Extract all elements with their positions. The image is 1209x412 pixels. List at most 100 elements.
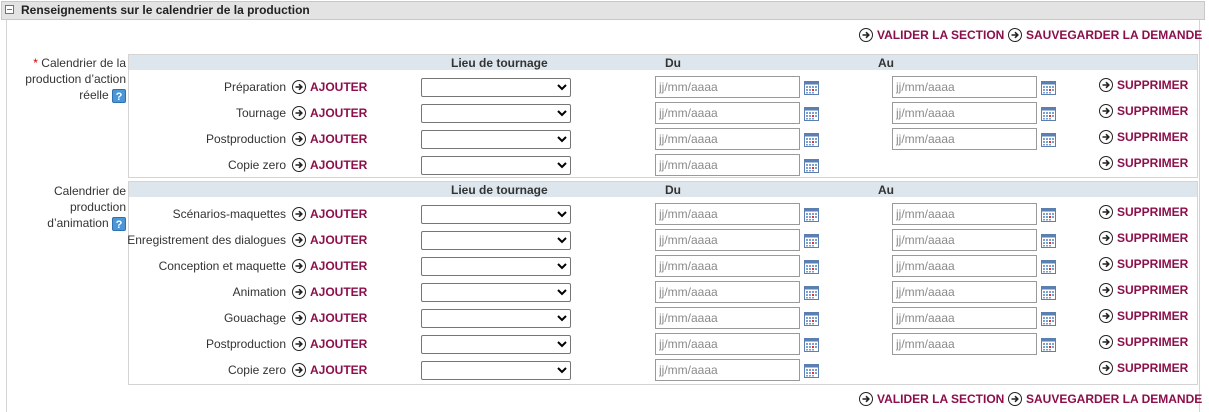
start-date-input[interactable] xyxy=(655,128,800,150)
arrow-right-circle-icon xyxy=(292,132,306,146)
help-icon[interactable]: ? xyxy=(112,216,126,231)
start-date-input[interactable] xyxy=(655,102,800,124)
delete-button[interactable]: SUPPRIMER xyxy=(1099,156,1188,170)
arrow-right-circle-icon xyxy=(1099,257,1113,271)
arrow-right-circle-icon xyxy=(292,337,306,351)
start-date-input[interactable] xyxy=(655,333,800,355)
location-select[interactable] xyxy=(421,156,571,175)
add-label: AJOUTER xyxy=(310,80,368,94)
add-label: AJOUTER xyxy=(310,106,368,120)
start-date-input[interactable] xyxy=(655,76,800,98)
location-select[interactable] xyxy=(421,283,571,302)
arrow-right-circle-icon xyxy=(292,207,306,221)
add-label: AJOUTER xyxy=(310,363,368,377)
location-select[interactable] xyxy=(421,130,571,149)
location-select[interactable] xyxy=(421,257,571,276)
calendar-icon[interactable] xyxy=(804,208,819,222)
location-select[interactable] xyxy=(421,361,571,380)
validate-section-label: VALIDER LA SECTION xyxy=(877,28,1005,42)
end-date-input[interactable] xyxy=(892,76,1037,98)
start-date-input[interactable] xyxy=(655,154,800,176)
arrow-right-circle-icon xyxy=(292,80,306,94)
add-button[interactable]: AJOUTER xyxy=(292,337,367,351)
add-button[interactable]: AJOUTER xyxy=(292,132,367,146)
location-select[interactable] xyxy=(421,78,571,97)
calendar-icon[interactable] xyxy=(804,133,819,147)
delete-label: SUPPRIMER xyxy=(1117,335,1189,349)
delete-button[interactable]: SUPPRIMER xyxy=(1099,104,1188,118)
delete-button[interactable]: SUPPRIMER xyxy=(1099,257,1188,271)
add-button[interactable]: AJOUTER xyxy=(292,207,367,221)
save-request-button[interactable]: SAUVEGARDER LA DEMANDE xyxy=(1008,392,1202,406)
end-date-input[interactable] xyxy=(892,255,1037,277)
delete-button[interactable]: SUPPRIMER xyxy=(1099,309,1188,323)
end-date-input[interactable] xyxy=(892,281,1037,303)
calendar-icon[interactable] xyxy=(804,234,819,248)
row-label: Scénarios-maquettes xyxy=(172,207,286,221)
location-select[interactable] xyxy=(421,104,571,123)
calendar-icon[interactable] xyxy=(1041,208,1056,222)
calendar-icon[interactable] xyxy=(1041,133,1056,147)
calendar-icon[interactable] xyxy=(1041,260,1056,274)
add-button[interactable]: AJOUTER xyxy=(292,80,367,94)
delete-button[interactable]: SUPPRIMER xyxy=(1099,205,1188,219)
calendar-icon[interactable] xyxy=(804,159,819,173)
calendar-icon[interactable] xyxy=(804,81,819,95)
calendar-icon[interactable] xyxy=(1041,81,1056,95)
calendar-icon[interactable] xyxy=(1041,107,1056,121)
calendar-icon[interactable] xyxy=(804,107,819,121)
location-select[interactable] xyxy=(421,231,571,250)
delete-button[interactable]: SUPPRIMER xyxy=(1099,78,1188,92)
start-date-input[interactable] xyxy=(655,255,800,277)
delete-button[interactable]: SUPPRIMER xyxy=(1099,130,1188,144)
add-button[interactable]: AJOUTER xyxy=(292,259,367,273)
delete-button[interactable]: SUPPRIMER xyxy=(1099,283,1188,297)
collapse-toggle-icon[interactable] xyxy=(5,5,14,14)
calendar-icon[interactable] xyxy=(1041,286,1056,300)
add-button[interactable]: AJOUTER xyxy=(292,233,367,247)
start-date-input[interactable] xyxy=(655,203,800,225)
calendar-icon[interactable] xyxy=(804,338,819,352)
calendar-icon[interactable] xyxy=(804,312,819,326)
help-icon[interactable]: ? xyxy=(112,88,126,103)
row-label: Enregistrement des dialogues xyxy=(127,233,286,247)
row-label: Copie zero xyxy=(227,158,286,172)
start-date-input[interactable] xyxy=(655,359,800,381)
location-select[interactable] xyxy=(421,335,571,354)
calendar-icon[interactable] xyxy=(1041,338,1056,352)
end-date-input[interactable] xyxy=(892,229,1037,251)
start-date-input[interactable] xyxy=(655,229,800,251)
calendar-icon[interactable] xyxy=(804,364,819,378)
calendar-icon[interactable] xyxy=(804,286,819,300)
add-button[interactable]: AJOUTER xyxy=(292,311,367,325)
calendar-icon[interactable] xyxy=(1041,234,1056,248)
add-button[interactable]: AJOUTER xyxy=(292,285,367,299)
delete-button[interactable]: SUPPRIMER xyxy=(1099,231,1188,245)
location-select[interactable] xyxy=(421,205,571,224)
validate-section-button[interactable]: VALIDER LA SECTION xyxy=(859,392,1004,406)
add-label: AJOUTER xyxy=(310,158,368,172)
add-label: AJOUTER xyxy=(310,337,368,351)
validate-section-label: VALIDER LA SECTION xyxy=(877,392,1005,406)
calendar-icon[interactable] xyxy=(804,260,819,274)
start-date-input[interactable] xyxy=(655,307,800,329)
save-request-button[interactable]: SAUVEGARDER LA DEMANDE xyxy=(1008,28,1202,42)
location-select[interactable] xyxy=(421,309,571,328)
delete-label: SUPPRIMER xyxy=(1117,156,1189,170)
add-label: AJOUTER xyxy=(310,259,368,273)
start-date-input[interactable] xyxy=(655,281,800,303)
add-button[interactable]: AJOUTER xyxy=(292,158,367,172)
row-label: Gouachage xyxy=(223,311,286,325)
end-date-input[interactable] xyxy=(892,128,1037,150)
end-date-input[interactable] xyxy=(892,307,1037,329)
validate-section-button[interactable]: VALIDER LA SECTION xyxy=(859,28,1004,42)
calendar-icon[interactable] xyxy=(1041,312,1056,326)
add-button[interactable]: AJOUTER xyxy=(292,106,367,120)
end-date-input[interactable] xyxy=(892,203,1037,225)
end-date-input[interactable] xyxy=(892,102,1037,124)
delete-button[interactable]: SUPPRIMER xyxy=(1099,361,1188,375)
end-date-input[interactable] xyxy=(892,333,1037,355)
arrow-right-circle-icon xyxy=(1099,130,1113,144)
delete-button[interactable]: SUPPRIMER xyxy=(1099,335,1188,349)
add-button[interactable]: AJOUTER xyxy=(292,363,367,377)
